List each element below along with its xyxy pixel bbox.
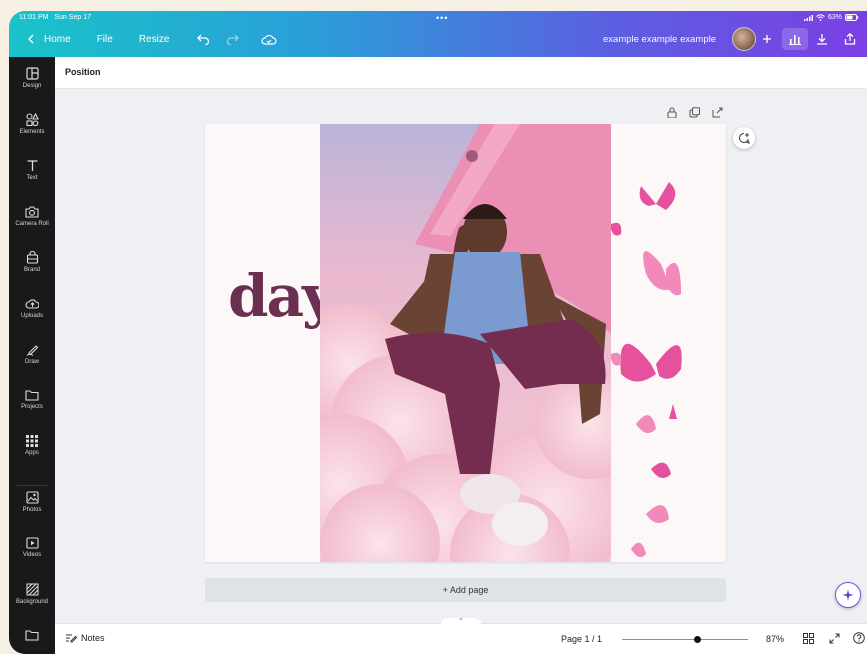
sidebar-item-label: Background: [15, 599, 49, 605]
context-toolbar: Position: [55, 57, 867, 89]
sidebar-divider: [17, 485, 47, 486]
add-page-button[interactable]: + Add page: [205, 578, 726, 602]
sidebar-item-label: Photos: [22, 507, 42, 513]
design-icon: [25, 67, 39, 80]
zoom-slider-thumb[interactable]: [694, 636, 702, 643]
sidebar-item-more[interactable]: [9, 629, 55, 644]
sidebar-item-text[interactable]: Text: [9, 159, 55, 181]
zoom-level[interactable]: 87%: [766, 634, 784, 644]
butterfly-graphics[interactable]: [611, 124, 726, 562]
sidebar-item-design[interactable]: Design: [9, 67, 55, 89]
sidebar-item-label: Draw: [24, 359, 39, 365]
draw-icon: [26, 345, 38, 356]
insights-button[interactable]: [782, 28, 809, 50]
sidebar-item-camera-roll[interactable]: Camera Roll: [9, 205, 55, 227]
resize-button[interactable]: Resize: [139, 34, 170, 45]
zoom-slider[interactable]: [622, 636, 748, 643]
comment-button[interactable]: [733, 127, 755, 149]
sidebar-item-label: Elements: [19, 129, 45, 135]
document-title[interactable]: example example example: [603, 34, 716, 45]
cloud-sync-icon[interactable]: [261, 34, 277, 45]
text-icon: [27, 160, 37, 171]
sidebar-item-projects[interactable]: Projects: [9, 389, 55, 410]
videos-icon: [25, 537, 39, 549]
sidebar-item-apps[interactable]: Apps: [9, 435, 55, 456]
notes-label: Notes: [81, 633, 105, 643]
magic-assistant-button[interactable]: [835, 582, 861, 608]
multitask-dots[interactable]: •••: [436, 13, 448, 23]
status-time: 11:01 PM: [19, 14, 49, 21]
sidebar-item-label: Brand: [23, 267, 40, 273]
sidebar-item-label: Uploads: [20, 313, 43, 319]
fullscreen-icon[interactable]: [829, 633, 840, 644]
share-icon[interactable]: [844, 33, 856, 45]
battery-level: 63%: [827, 14, 842, 21]
sidebar-item-label: Apps: [25, 450, 39, 456]
camera-icon: [25, 206, 39, 218]
notes-button[interactable]: Notes: [65, 633, 105, 643]
topbar-left-nav: Home File Resize: [27, 30, 277, 48]
undo-icon[interactable]: [197, 34, 210, 45]
page-tools: [667, 107, 723, 118]
redo-icon[interactable]: [226, 34, 240, 45]
brand-icon: [26, 251, 38, 264]
folder-icon: [25, 390, 39, 401]
notes-icon: [66, 634, 77, 643]
duplicate-icon[interactable]: [689, 107, 700, 118]
apps-icon: [26, 435, 38, 447]
photos-icon: [25, 491, 39, 504]
home-button[interactable]: Home: [44, 34, 71, 45]
sidebar-item-label: Projects: [21, 404, 43, 410]
elements-icon: [25, 113, 39, 126]
back-chevron-icon[interactable]: [27, 34, 35, 44]
signal-icon: [803, 14, 813, 21]
grid-view-icon[interactable]: [803, 633, 814, 644]
file-menu-button[interactable]: File: [97, 34, 113, 45]
sidebar-item-background[interactable]: Background: [9, 583, 55, 605]
sparkle-icon: [842, 589, 854, 601]
sidebar-item-elements[interactable]: Elements: [9, 113, 55, 135]
sidebar-item-uploads[interactable]: Uploads: [9, 297, 55, 319]
sidebar-item-draw[interactable]: Draw: [9, 343, 55, 365]
canvas-headline-text[interactable]: day: [228, 262, 336, 330]
help-icon[interactable]: [853, 632, 865, 644]
add-comment-icon: [738, 132, 750, 144]
sidebar-item-label: Camera Roll: [15, 221, 49, 227]
sidebar-item-label: Text: [26, 175, 38, 181]
status-date: Sun Sep 17: [54, 14, 91, 21]
sidebar-item-videos[interactable]: Videos: [9, 537, 55, 558]
upload-icon: [25, 299, 39, 309]
status-bar: 11:01 PM Sun Sep 17: [19, 14, 95, 21]
bottom-toolbar: Notes ^ Page 1 / 1 87%: [55, 618, 867, 654]
sidebar-item-brand[interactable]: Brand: [9, 251, 55, 273]
top-toolbar: 11:01 PM Sun Sep 17 ••• 63% Home File Re…: [9, 11, 867, 57]
collapse-handle[interactable]: ^: [441, 618, 481, 626]
photo-illustration: [320, 124, 611, 562]
folder-icon: [25, 630, 39, 641]
background-icon: [26, 583, 38, 596]
sidebar-item-label: Design: [22, 83, 42, 89]
battery-icon: [845, 14, 859, 21]
page-indicator[interactable]: Page 1 / 1: [561, 634, 602, 644]
lock-icon[interactable]: [667, 107, 677, 118]
add-collaborator-icon[interactable]: [762, 34, 772, 44]
ipad-screen: 11:01 PM Sun Sep 17 ••• 63% Home File Re…: [9, 11, 867, 654]
sidebar-item-photos[interactable]: Photos: [9, 491, 55, 513]
position-button[interactable]: Position: [65, 67, 101, 77]
download-icon[interactable]: [816, 33, 828, 45]
add-page-icon[interactable]: [712, 107, 723, 118]
left-sidebar: Design Elements Text Camera Roll Brand U…: [9, 57, 55, 654]
topbar-right-nav: example example example: [603, 27, 856, 51]
status-indicators: 63%: [803, 14, 859, 21]
bar-chart-icon: [789, 34, 802, 45]
sidebar-item-label: Videos: [22, 552, 42, 558]
design-canvas[interactable]: day: [205, 124, 726, 562]
canvas-photo[interactable]: [320, 124, 611, 562]
wifi-icon: [816, 14, 825, 21]
user-avatar[interactable]: [732, 27, 757, 51]
